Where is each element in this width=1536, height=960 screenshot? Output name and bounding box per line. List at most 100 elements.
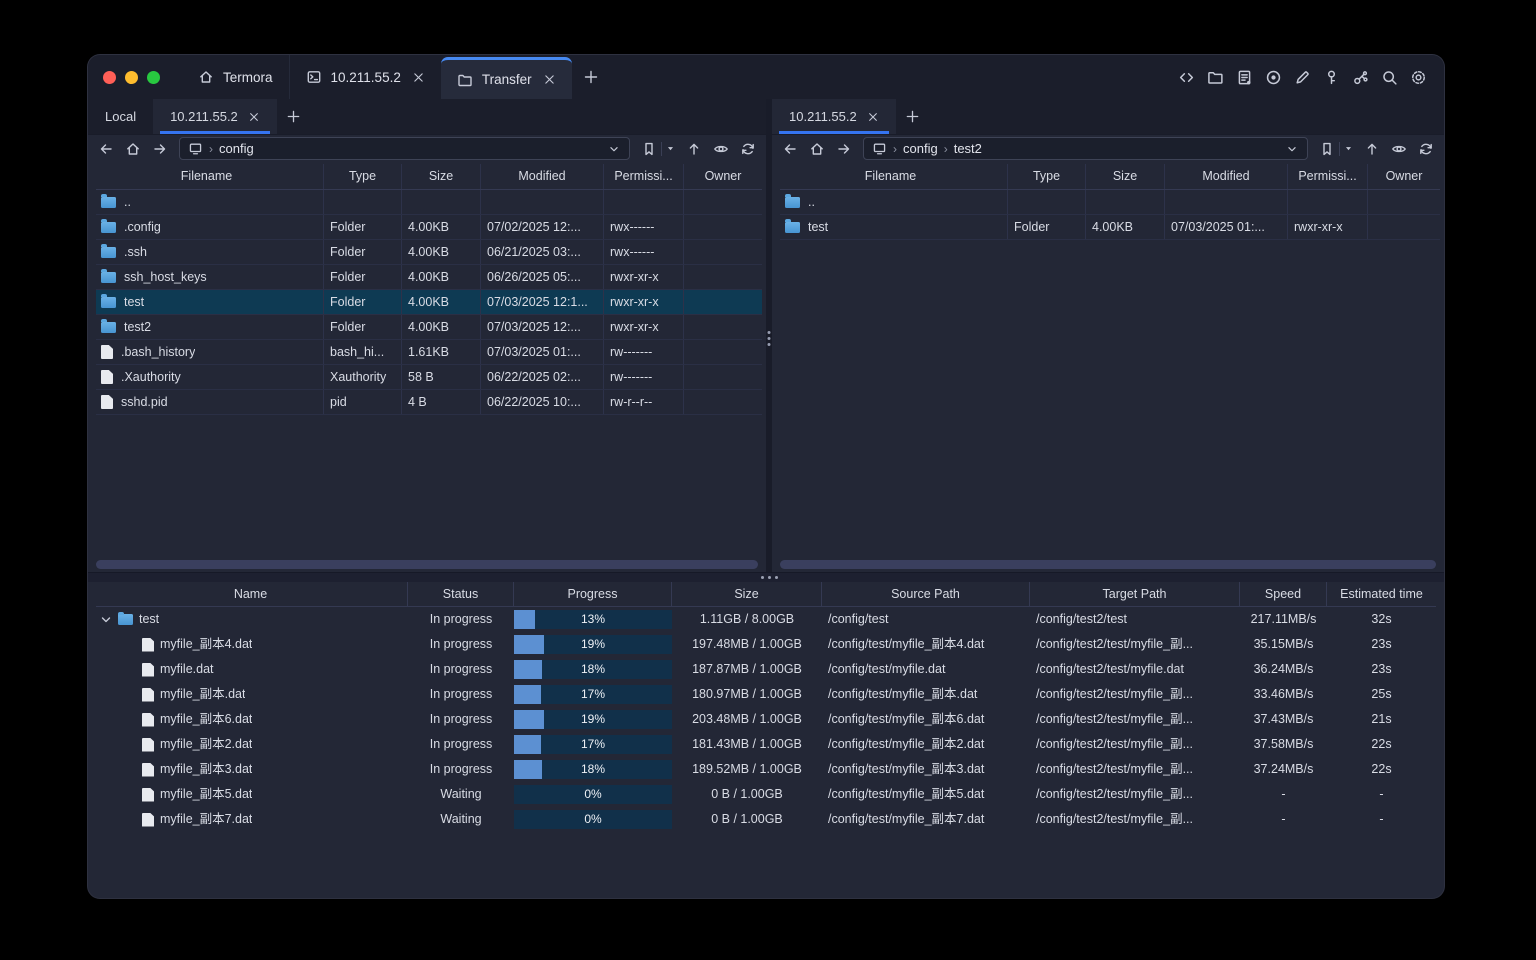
eye-icon[interactable] [713, 141, 729, 157]
file-row[interactable]: .bash_history bash_hi... 1.61KB 07/03/20… [96, 340, 762, 365]
close-icon[interactable] [867, 111, 879, 123]
close-icon[interactable] [412, 71, 425, 84]
upload-icon[interactable] [686, 141, 702, 157]
home-icon[interactable] [125, 141, 141, 157]
path-segment[interactable]: test2 [954, 141, 982, 156]
header-target-path[interactable]: Target Path [1030, 582, 1240, 606]
header-estimated-time[interactable]: Estimated time [1327, 582, 1436, 606]
maximize-window-button[interactable] [147, 70, 160, 84]
header-owner[interactable]: Owner [1368, 164, 1440, 189]
chevron-down-icon[interactable] [1285, 142, 1299, 156]
tab-remote-session[interactable]: 10.211.55.2 [772, 99, 896, 134]
minimize-window-button[interactable] [125, 70, 138, 84]
header-filename[interactable]: Filename [96, 164, 324, 189]
close-icon[interactable] [543, 73, 556, 86]
transfer-row[interactable]: myfile_副本.dat In progress 17% 180.97MB /… [96, 682, 1436, 707]
horizontal-scrollbar[interactable] [96, 560, 758, 569]
eye-icon[interactable] [1391, 141, 1407, 157]
refresh-icon[interactable] [1418, 141, 1434, 157]
transfer-source-path: /config/test/myfile_副本4.dat [828, 637, 985, 651]
plus-icon [286, 109, 301, 124]
new-pane-tab-button[interactable] [896, 99, 930, 134]
header-owner[interactable]: Owner [684, 164, 762, 189]
transfer-row[interactable]: myfile_副本5.dat Waiting 0% 0 B / 1.00GB /… [96, 782, 1436, 807]
header-status[interactable]: Status [408, 582, 514, 606]
folder-icon[interactable] [1207, 69, 1224, 86]
forward-icon[interactable] [152, 141, 168, 157]
keychain-icon[interactable] [1352, 69, 1369, 86]
log-icon[interactable] [1236, 69, 1253, 86]
tab-termora[interactable]: Termora [182, 55, 289, 99]
transfer-row[interactable]: myfile_副本7.dat Waiting 0% 0 B / 1.00GB /… [96, 807, 1436, 832]
transfer-row[interactable]: myfile_副本4.dat In progress 19% 197.48MB … [96, 632, 1436, 657]
tab-remote-session[interactable]: 10.211.55.2 [153, 99, 277, 134]
path-segment[interactable]: config [219, 141, 254, 156]
tab-local[interactable]: Local [88, 99, 153, 134]
file-name: ssh_host_keys [96, 265, 324, 289]
chevron-down-icon[interactable] [607, 142, 621, 156]
file-row[interactable]: .ssh Folder 4.00KB 06/21/2025 03:... rwx… [96, 240, 762, 265]
close-window-button[interactable] [103, 70, 116, 84]
back-icon[interactable] [782, 141, 798, 157]
transfer-speed: 36.24MB/s [1253, 662, 1314, 676]
header-size[interactable]: Size [402, 164, 481, 189]
file-row[interactable]: .Xauthority Xauthority 58 B 06/22/2025 0… [96, 365, 762, 390]
bookmark-icon[interactable] [641, 141, 657, 157]
close-icon[interactable] [248, 111, 260, 123]
header-progress[interactable]: Progress [514, 582, 672, 606]
header-speed[interactable]: Speed [1240, 582, 1327, 606]
tab-transfer[interactable]: Transfer [440, 57, 572, 99]
refresh-icon[interactable] [740, 141, 756, 157]
transfer-row[interactable]: myfile_副本2.dat In progress 17% 181.43MB … [96, 732, 1436, 757]
chevron-down-icon[interactable] [100, 614, 112, 626]
file-row[interactable]: test Folder 4.00KB 07/03/2025 12:1... rw… [96, 290, 762, 315]
transfer-status: Waiting [440, 787, 482, 801]
file-icon [101, 345, 113, 359]
header-source-path[interactable]: Source Path [822, 582, 1030, 606]
header-filename[interactable]: Filename [780, 164, 1008, 189]
header-permissions[interactable]: Permissi... [604, 164, 684, 189]
caret-down-icon[interactable] [666, 144, 675, 153]
path-segment[interactable]: config [903, 141, 938, 156]
file-row[interactable]: .. [96, 190, 762, 215]
file-row[interactable]: .. [780, 190, 1440, 215]
header-permissions[interactable]: Permissi... [1288, 164, 1368, 189]
transfer-row[interactable]: test In progress 13% 1.11GB / 8.00GB /co… [96, 607, 1436, 632]
header-type[interactable]: Type [324, 164, 402, 189]
key-icon[interactable] [1323, 69, 1340, 86]
record-icon[interactable] [1265, 69, 1282, 86]
transfer-row[interactable]: myfile_副本3.dat In progress 18% 189.52MB … [96, 757, 1436, 782]
horizontal-splitter[interactable] [88, 572, 1444, 582]
home-icon[interactable] [809, 141, 825, 157]
new-pane-tab-button[interactable] [277, 99, 311, 134]
header-modified[interactable]: Modified [1165, 164, 1288, 189]
path-bar[interactable]: › config › test2 [863, 137, 1308, 160]
edit-icon[interactable] [1294, 69, 1311, 86]
caret-down-icon[interactable] [1344, 144, 1353, 153]
transfer-row[interactable]: myfile.dat In progress 18% 187.87MB / 1.… [96, 657, 1436, 682]
bookmark-icon[interactable] [1319, 141, 1335, 157]
transfer-row[interactable]: myfile_副本6.dat In progress 19% 203.48MB … [96, 707, 1436, 732]
path-bar[interactable]: › config [179, 137, 630, 160]
search-icon[interactable] [1381, 69, 1398, 86]
transfer-rows: test In progress 13% 1.11GB / 8.00GB /co… [96, 607, 1436, 832]
file-row[interactable]: test Folder 4.00KB 07/03/2025 01:... rwx… [780, 215, 1440, 240]
horizontal-scrollbar[interactable] [780, 560, 1436, 569]
header-name[interactable]: Name [96, 582, 408, 606]
header-type[interactable]: Type [1008, 164, 1086, 189]
header-modified[interactable]: Modified [481, 164, 604, 189]
file-icon [142, 712, 154, 727]
file-row[interactable]: test2 Folder 4.00KB 07/03/2025 12:... rw… [96, 315, 762, 340]
new-tab-button[interactable] [572, 55, 610, 99]
settings-icon[interactable] [1410, 69, 1427, 86]
header-size[interactable]: Size [672, 582, 822, 606]
upload-icon[interactable] [1364, 141, 1380, 157]
forward-icon[interactable] [836, 141, 852, 157]
file-row[interactable]: ssh_host_keys Folder 4.00KB 06/26/2025 0… [96, 265, 762, 290]
header-size[interactable]: Size [1086, 164, 1165, 189]
back-icon[interactable] [98, 141, 114, 157]
code-icon[interactable] [1178, 69, 1195, 86]
file-row[interactable]: .config Folder 4.00KB 07/02/2025 12:... … [96, 215, 762, 240]
file-row[interactable]: sshd.pid pid 4 B 06/22/2025 10:... rw-r-… [96, 390, 762, 415]
tab-host-terminal[interactable]: 10.211.55.2 [288, 55, 441, 99]
